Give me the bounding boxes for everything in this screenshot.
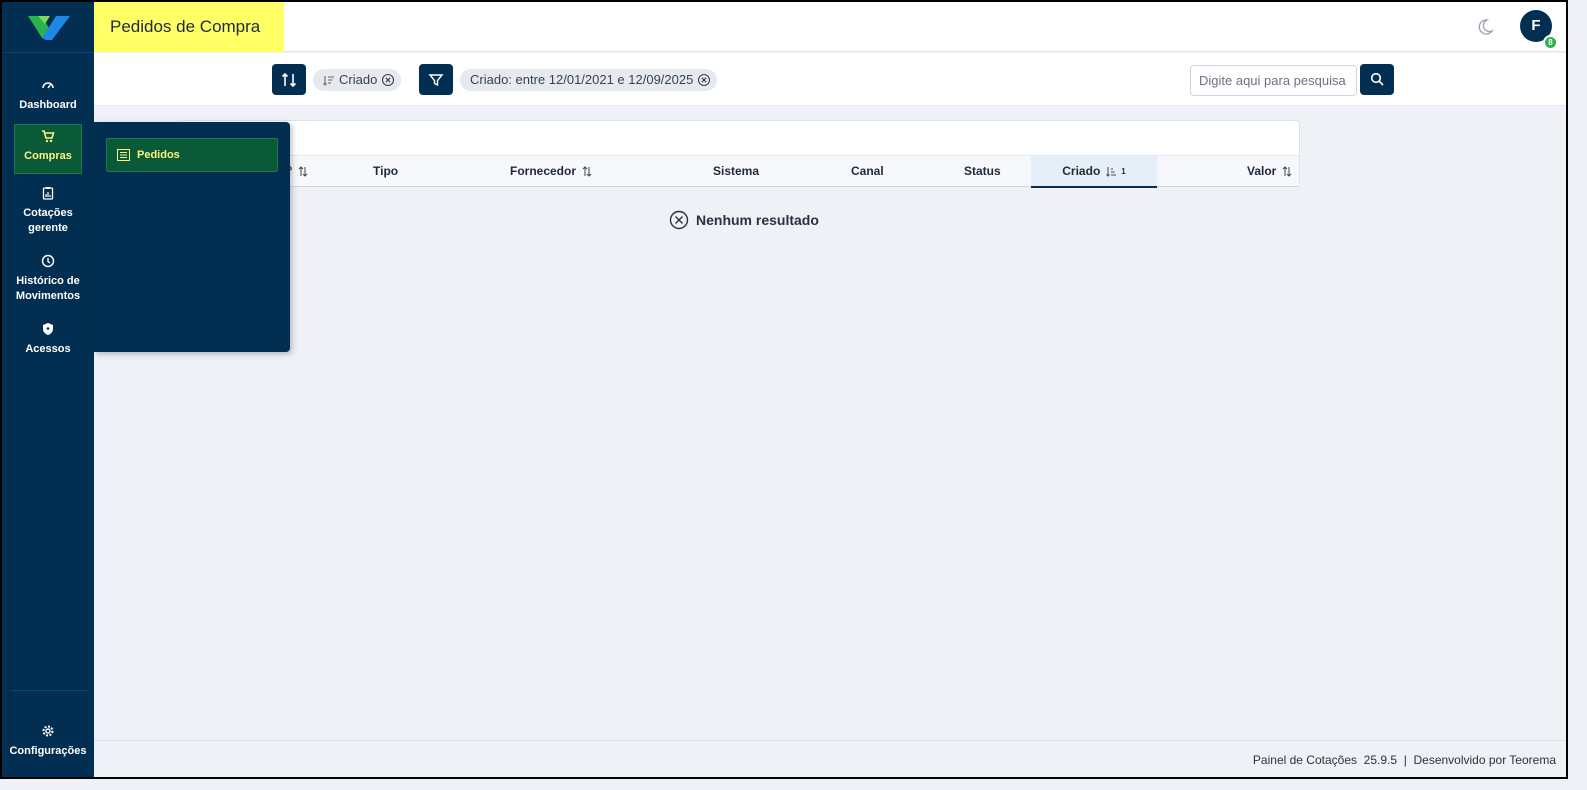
sort-icon <box>582 166 592 178</box>
sidebar-item-acessos[interactable]: Acessos <box>8 318 88 358</box>
toolbar: Criado Criado: entre 12/01/2021 e 12/09/… <box>94 53 1566 106</box>
sort-chip-label: Criado <box>339 72 378 87</box>
column-canal[interactable]: Canal <box>851 156 884 187</box>
sidebar-item-label: Dashboard <box>19 99 77 111</box>
sidebar-item-label: Configurações <box>9 745 87 757</box>
sidebar-divider <box>2 52 94 53</box>
sort-asc-icon <box>1106 167 1117 178</box>
sidebar-item-label: Histórico de Movimentos <box>15 275 81 302</box>
shield-icon <box>43 323 53 335</box>
search-icon <box>1370 72 1384 86</box>
logo-icon[interactable] <box>28 14 70 40</box>
clipboard-chart-icon <box>42 187 54 200</box>
filter-chip[interactable]: Criado: entre 12/01/2021 e 12/09/2025 <box>460 69 718 91</box>
sort-order: 1 <box>1121 167 1126 177</box>
sort-button[interactable] <box>272 64 306 95</box>
column-label: Status <box>964 164 1001 178</box>
table-header: nexos Nº Tipo Fornecedor Sistema Canal S… <box>181 155 1299 188</box>
filter-icon <box>428 74 444 87</box>
close-icon[interactable] <box>697 73 711 87</box>
submenu-item-pedidos[interactable]: Pedidos <box>106 138 278 172</box>
page-title: Pedidos de Compra <box>94 2 284 52</box>
footer: Painel de Cotações 25.9.5 | Desenvolvido… <box>94 740 1566 777</box>
column-criado[interactable]: Criado 1 <box>1031 156 1157 188</box>
sidebar-divider <box>10 690 88 691</box>
column-fornecedor[interactable]: Fornecedor <box>510 156 592 187</box>
column-valor[interactable]: Valor <box>1247 156 1292 187</box>
column-sistema[interactable]: Sistema <box>713 156 759 187</box>
empty-state: Nenhum resultado <box>669 210 819 230</box>
sidebar-item-label: Compras <box>24 150 72 162</box>
column-tipo[interactable]: Tipo <box>373 156 398 187</box>
orders-table: nexos Nº Tipo Fornecedor Sistema Canal S… <box>180 120 1300 188</box>
gear-icon <box>42 725 54 737</box>
header: Pedidos de Compra F 8 <box>94 2 1566 52</box>
list-icon <box>117 149 130 161</box>
search-button[interactable] <box>1360 64 1394 95</box>
notification-badge: 8 <box>1543 35 1558 50</box>
sort-arrows-icon <box>281 72 297 88</box>
filter-button[interactable] <box>419 64 453 95</box>
app-frame: Dashboard Compras Cotações gerente Histó… <box>0 0 1568 779</box>
moon-icon[interactable] <box>1476 18 1494 36</box>
filter-chip-label: Criado: entre 12/01/2021 e 12/09/2025 <box>470 72 694 87</box>
column-label: Fornecedor <box>510 164 577 178</box>
empty-message: Nenhum resultado <box>696 212 819 228</box>
sort-desc-icon <box>323 75 334 86</box>
search-input[interactable] <box>1190 65 1357 96</box>
column-label: Criado <box>1062 164 1101 178</box>
sidebar-item-dashboard[interactable]: Dashboard <box>8 74 88 114</box>
gauge-icon <box>42 82 54 89</box>
sort-icon <box>1283 166 1292 178</box>
sidebar-item-historico[interactable]: Histórico de Movimentos <box>8 250 88 304</box>
column-label: Tipo <box>373 164 399 178</box>
close-circle-icon <box>669 210 689 230</box>
sort-icon <box>298 166 308 178</box>
sort-chip[interactable]: Criado <box>313 69 402 91</box>
column-status[interactable]: Status <box>964 156 1001 187</box>
submenu-item-label: Pedidos <box>137 149 180 161</box>
compras-submenu: Pedidos <box>94 122 290 352</box>
sidebar: Dashboard Compras Cotações gerente Histó… <box>2 2 94 777</box>
column-label: Sistema <box>713 164 760 178</box>
clock-icon <box>41 254 55 268</box>
column-label: Canal <box>851 164 884 178</box>
sidebar-item-configuracoes[interactable]: Configurações <box>4 720 92 760</box>
sidebar-item-label: Cotações gerente <box>23 207 73 234</box>
sidebar-item-cotacoes-gerente[interactable]: Cotações gerente <box>8 182 88 236</box>
sidebar-item-compras[interactable]: Compras <box>14 124 82 174</box>
footer-text: Painel de Cotações 25.9.5 | Desenvolvido… <box>1252 753 1556 767</box>
close-icon[interactable] <box>381 73 395 87</box>
sidebar-item-label: Acessos <box>25 343 71 355</box>
column-label: Valor <box>1247 164 1277 178</box>
avatar-initial: F <box>1531 17 1541 34</box>
cart-icon <box>42 130 55 143</box>
